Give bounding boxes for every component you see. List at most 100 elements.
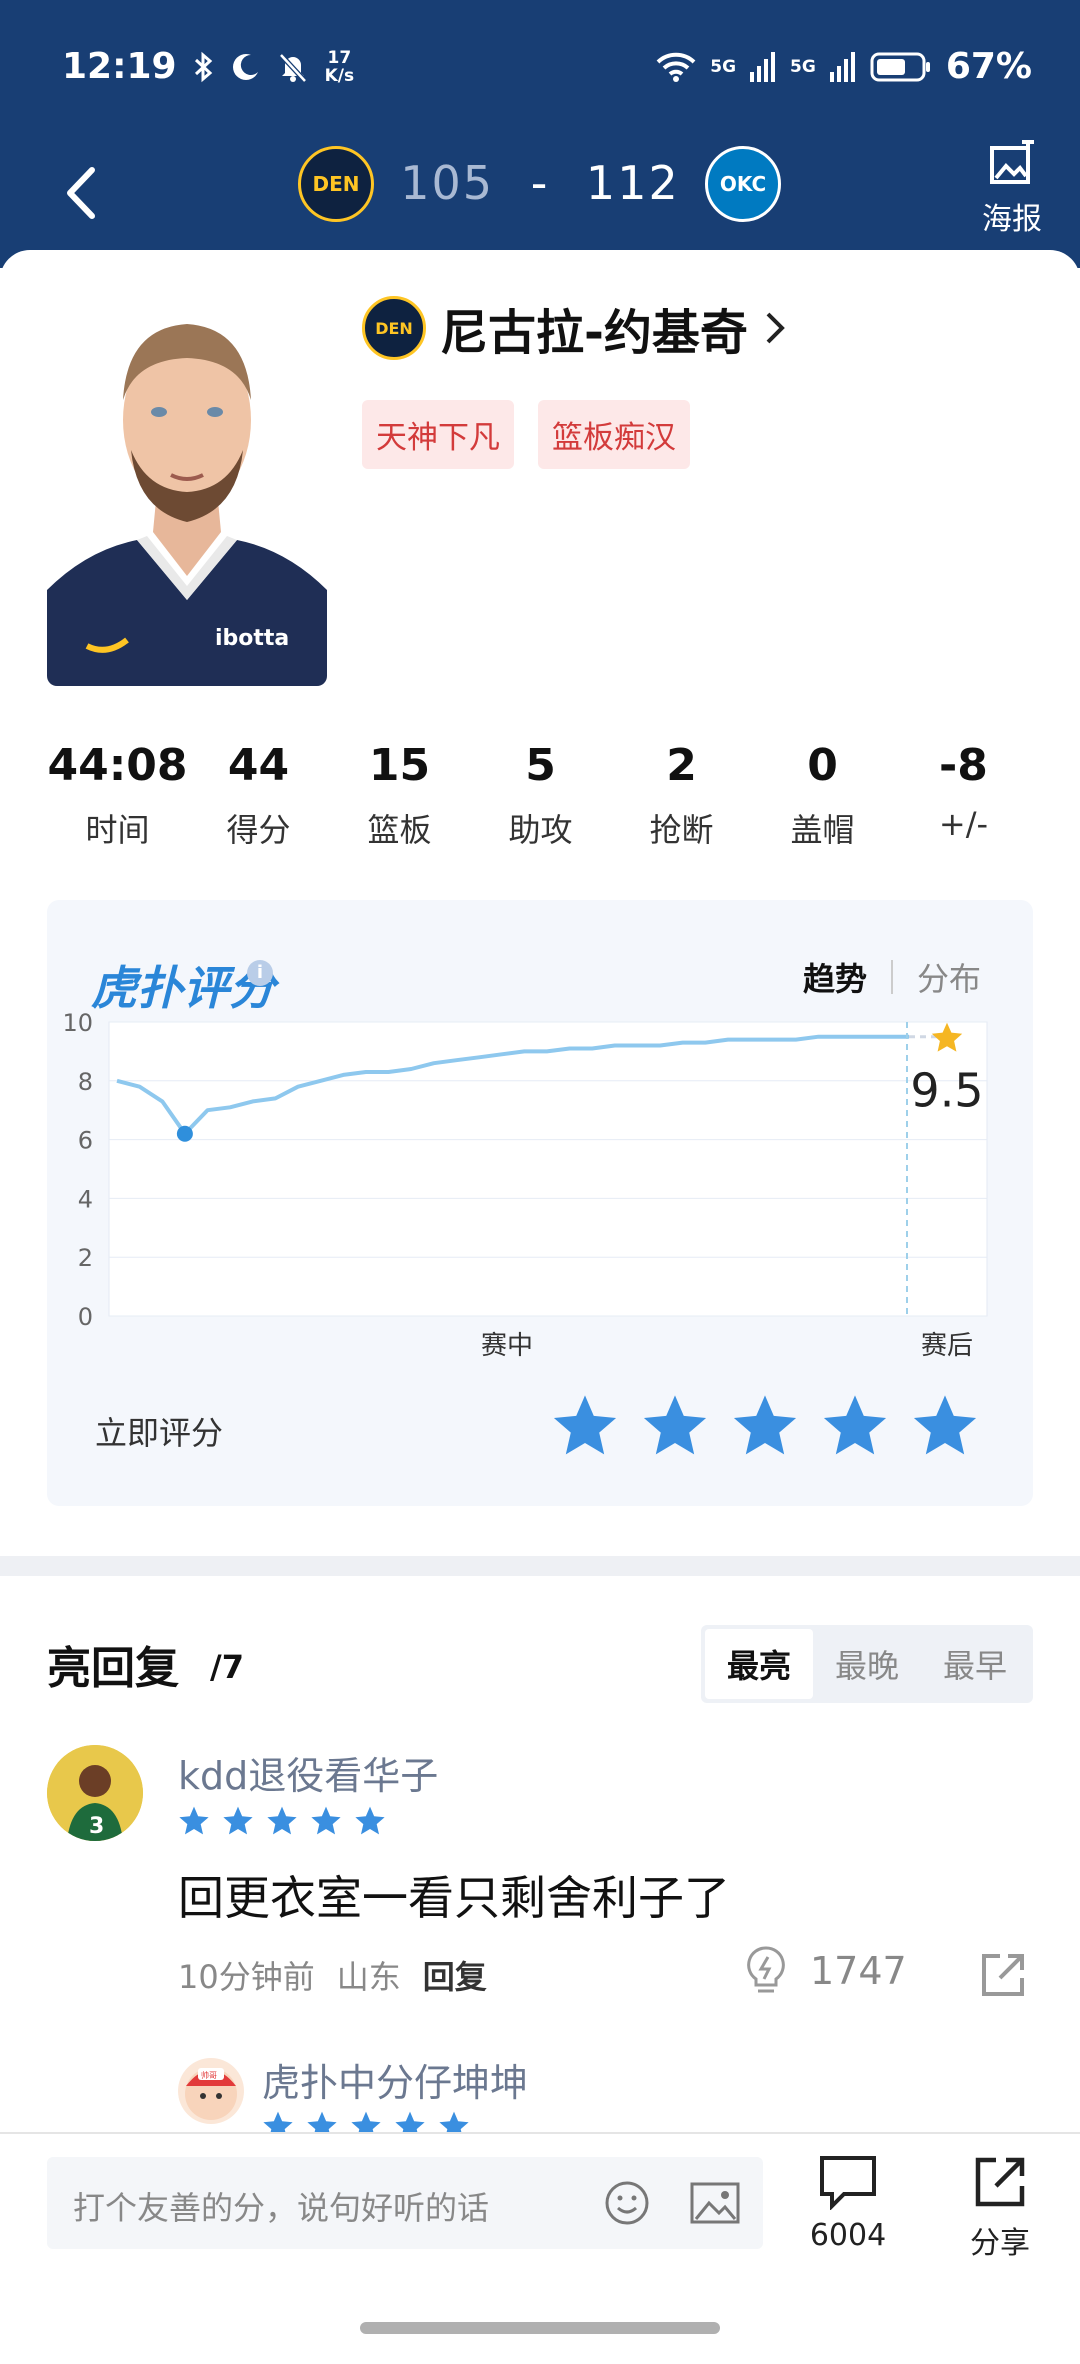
sort-tab-brightest[interactable]: 最亮 — [704, 1629, 813, 1699]
low-point-marker — [176, 1125, 193, 1142]
avatar-illustration: 帅哥 — [185, 2068, 237, 2120]
score-nav: DEN 105 - 112 OKC 海报 — [0, 136, 1080, 250]
rate-now-label: 立即评分 — [95, 1414, 224, 1452]
comment-time: 10分钟前 — [178, 1958, 315, 1996]
stat-minutes: 44:08 时间 — [47, 740, 188, 851]
net-speed-value: 17 — [327, 47, 352, 68]
image-picker-icon[interactable] — [689, 2179, 741, 2227]
poster-label: 海报 — [982, 202, 1042, 237]
y-tick-label: 2 — [78, 1244, 93, 1272]
status-bar: 12:19 17 K/s 5G 5G 67% — [0, 0, 1080, 140]
stat-value: 5 — [525, 740, 556, 791]
net-speed-unit: K/s — [324, 65, 355, 86]
x-label-post-game: 赛后 — [921, 1331, 973, 1360]
battery-icon — [870, 52, 930, 81]
comment-input[interactable]: 打个友善的分，说句好听的话 — [47, 2157, 763, 2249]
bluetooth-icon — [194, 51, 212, 82]
poster-button[interactable]: 海报 — [972, 136, 1052, 238]
player-tag[interactable]: 篮板痴汉 — [538, 400, 690, 469]
player-tag[interactable]: 天神下凡 — [362, 400, 514, 469]
x-label-in-game: 赛中 — [481, 1331, 533, 1360]
stat-points: 44 得分 — [188, 740, 329, 851]
avatar[interactable]: 3 — [47, 1745, 143, 1841]
jersey-sponsor-text: ibotta — [215, 626, 289, 651]
rate-star-icon[interactable] — [551, 1392, 619, 1460]
star-icon — [267, 1806, 297, 1835]
player-photo: ibotta — [47, 300, 327, 686]
player-name-row[interactable]: DEN 尼古拉-约基奇 — [362, 293, 788, 363]
comment-light-count: 1747 — [810, 1949, 907, 1993]
chart-plot-area — [108, 1021, 988, 1317]
player-portrait-illustration: ibotta — [47, 300, 327, 686]
rate-star-icon[interactable] — [821, 1392, 889, 1460]
comments-button[interactable]: 6004 — [800, 2154, 896, 2253]
rate-star-icon[interactable] — [641, 1392, 709, 1460]
comment-reply-button[interactable]: 回复 — [423, 1952, 487, 1998]
signal-bars-2-icon — [829, 51, 855, 82]
player-name: 尼古拉-约基奇 — [440, 305, 748, 361]
player-team-badge: DEN — [362, 296, 426, 360]
away-team-logo[interactable]: OKC — [705, 146, 781, 222]
highlight-replies-title: 亮回复 — [47, 1643, 179, 1694]
chevron-right-icon — [766, 312, 785, 344]
status-right: 5G 5G 67% — [656, 46, 1032, 87]
stat-plus-minus: -8 +/- — [893, 740, 1034, 851]
rate-star-icon[interactable] — [731, 1392, 799, 1460]
emoji-icon[interactable] — [603, 2179, 651, 2227]
status-left: 12:19 17 K/s — [62, 46, 354, 87]
avatar[interactable]: 帅哥 — [178, 2058, 244, 2124]
stat-label: 助攻 — [508, 811, 573, 849]
player-tags: 天神下凡 篮板痴汉 — [362, 400, 690, 469]
rating-trend-chart: 10 8 6 4 2 0 9.5 赛中 赛后 — [62, 1009, 988, 1360]
highlight-replies-count: /7 — [210, 1648, 244, 1686]
comment-light-button[interactable]: 1747 — [744, 1945, 907, 1997]
stat-label: 得分 — [226, 811, 291, 849]
score-separator: - — [530, 156, 550, 210]
rate-star-icon[interactable] — [911, 1392, 979, 1460]
section-divider — [0, 1556, 1080, 1576]
stat-value: -8 — [939, 740, 988, 791]
stat-blocks: 0 盖帽 — [752, 740, 893, 851]
rating-panel: 虎扑评分 i 趋势 分布 10 8 6 4 2 0 9.5 赛中 赛后 立即评分 — [47, 900, 1033, 1506]
stat-label: 抢断 — [649, 811, 714, 849]
star-icon — [355, 1806, 385, 1835]
comment-location: 山东 — [336, 1958, 401, 1996]
stat-value: 2 — [666, 740, 697, 791]
stat-value: 44 — [227, 740, 290, 791]
net-speed: 17 K/s — [325, 49, 355, 85]
comment-meta: 10分钟前 山东 回复 — [178, 1952, 487, 1998]
signal-bars-1-icon — [750, 51, 776, 82]
y-tick-label: 8 — [78, 1068, 93, 1096]
lightbulb-icon — [747, 1946, 785, 1993]
y-tick-label: 0 — [78, 1303, 93, 1331]
stat-value: 15 — [368, 740, 431, 791]
comment-rating-stars — [178, 1805, 386, 1837]
battery-percent: 67% — [945, 46, 1032, 87]
sort-tab-earliest[interactable]: 最早 — [921, 1629, 1029, 1699]
comment-count: 6004 — [809, 2218, 887, 2253]
rate-stars — [551, 1392, 979, 1460]
mute-bell-icon — [278, 52, 307, 83]
home-score: 105 — [400, 156, 495, 210]
status-time: 12:19 — [62, 46, 177, 87]
signal-2-label: 5G — [790, 56, 816, 77]
comment-bubble-icon — [820, 2156, 876, 2211]
star-icon — [223, 1806, 253, 1835]
comment-username[interactable]: kdd退役看华子 — [178, 1745, 438, 1800]
comment-share-icon[interactable] — [978, 1950, 1028, 2000]
avatar-illustration: 3 — [47, 1745, 143, 1841]
comment-username[interactable]: 虎扑中分仔坤坤 — [262, 2052, 528, 2107]
comment-text[interactable]: 回更衣室一看只剩舍利子了 — [178, 1862, 730, 1928]
home-indicator[interactable] — [360, 2322, 720, 2334]
stat-label: 盖帽 — [790, 811, 855, 849]
y-tick-label: 6 — [78, 1127, 93, 1155]
share-button[interactable]: 分享 — [958, 2154, 1042, 2262]
avatar-hat-text: 帅哥 — [201, 2070, 217, 2080]
sort-tab-latest[interactable]: 最晚 — [813, 1629, 921, 1699]
stat-label: 时间 — [85, 811, 150, 849]
wifi-icon — [656, 52, 696, 82]
stat-label: +/- — [938, 805, 989, 843]
signal-1-label: 5G — [710, 56, 737, 77]
reply-sort-tabs: 最亮 最晚 最早 — [700, 1625, 1033, 1703]
moon-icon — [232, 53, 258, 80]
